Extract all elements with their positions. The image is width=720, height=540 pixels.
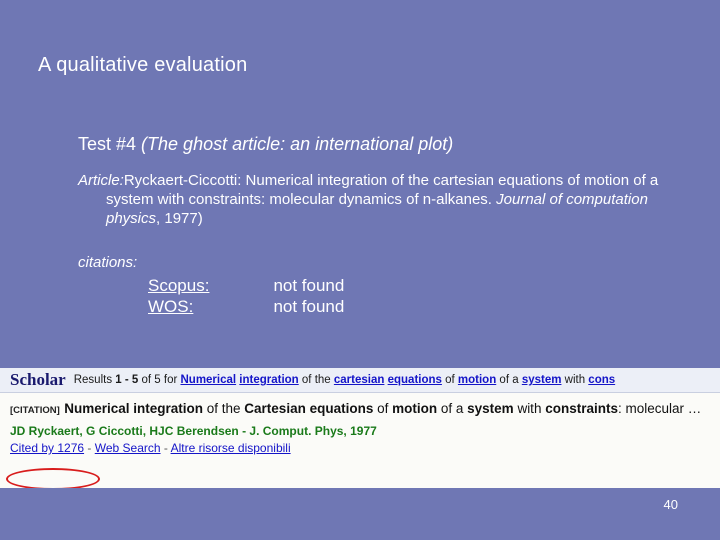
citation-tag: [CITATION] [10, 405, 60, 416]
result-title[interactable]: Numerical integration of the Cartesian e… [64, 401, 701, 416]
query-term-2[interactable]: cartesian [334, 374, 385, 386]
page-title: A qualitative evaluation [38, 54, 248, 76]
results-plain-3: with [561, 374, 589, 386]
article-reference: Article:Ryckaert-Ciccotti: Numerical int… [78, 171, 678, 228]
result-title-g: system [467, 401, 514, 416]
table-row: Scopus: not found [148, 275, 344, 296]
result-title-c: Cartesian equations [244, 401, 374, 416]
results-plain-0: of the [298, 374, 334, 386]
scholar-result-item: [CITATION] Numerical integration of the … [0, 393, 720, 455]
article-text-2: , 1977) [156, 210, 203, 227]
results-prefix: Results [73, 374, 116, 386]
result-links: Cited by 1276 - Web Search - Altre risor… [10, 441, 291, 455]
result-authors: JD Ryckaert, G Ciccotti, HJC Berendsen -… [10, 424, 377, 438]
article-label: Article: [78, 172, 124, 189]
citation-result-scopus: not found [273, 276, 345, 295]
table-row: WOS: not found [148, 296, 344, 317]
results-plain-1: of [441, 374, 458, 386]
result-title-e: motion [392, 401, 438, 416]
result-title-a: Numerical integration [64, 401, 204, 416]
citation-source-wos: WOS: [148, 297, 194, 316]
results-of: of 5 for [138, 374, 181, 386]
slide: A qualitative evaluation Test #4 (The gh… [0, 0, 720, 540]
bottom-bar [0, 534, 720, 540]
altre-risorse-link[interactable]: Altre risorse disponibili [171, 441, 291, 455]
web-search-link[interactable]: Web Search [95, 441, 161, 455]
query-term-4[interactable]: motion [458, 374, 496, 386]
slide-body: Test #4 (The ghost article: an internati… [78, 133, 678, 317]
citation-result-wos: not found [273, 297, 345, 316]
citation-source-scopus: Scopus: [148, 276, 210, 295]
result-title-f: of a [437, 401, 468, 416]
query-term-5[interactable]: system [522, 374, 562, 386]
cited-by-link[interactable]: Cited by 1276 [10, 441, 84, 455]
test-heading-prefix: Test #4 [78, 134, 142, 154]
result-title-i: constraints [545, 401, 618, 416]
google-scholar-screenshot: Scholar Results 1 - 5 of 5 for Numerical… [0, 368, 720, 488]
red-ellipse-highlight-icon [6, 468, 100, 488]
scholar-header: Scholar Results 1 - 5 of 5 for Numerical… [0, 368, 720, 393]
test-heading: Test #4 (The ghost article: an internati… [78, 133, 678, 155]
result-title-j: : molecular … [617, 401, 702, 416]
scholar-results-line: Results 1 - 5 of 5 for Numerical integra… [74, 374, 615, 386]
query-term-3[interactable]: equations [388, 374, 442, 386]
result-title-h: with [513, 401, 546, 416]
scholar-logo: Scholar [10, 370, 66, 389]
results-plain-2: of a [496, 374, 522, 386]
page-number: 40 [663, 497, 678, 512]
result-title-b: of the [203, 401, 245, 416]
result-title-d: of [373, 401, 393, 416]
results-range: 1 - 5 [115, 374, 139, 386]
query-term-6[interactable]: cons [588, 374, 615, 386]
citations-table: Scopus: not found WOS: not found [148, 275, 344, 317]
test-heading-italic: (The ghost article: an international plo… [141, 134, 454, 154]
citations-label: citations: [78, 254, 138, 271]
query-term-0[interactable]: Numerical [180, 374, 236, 386]
query-term-1[interactable]: integration [239, 374, 298, 386]
